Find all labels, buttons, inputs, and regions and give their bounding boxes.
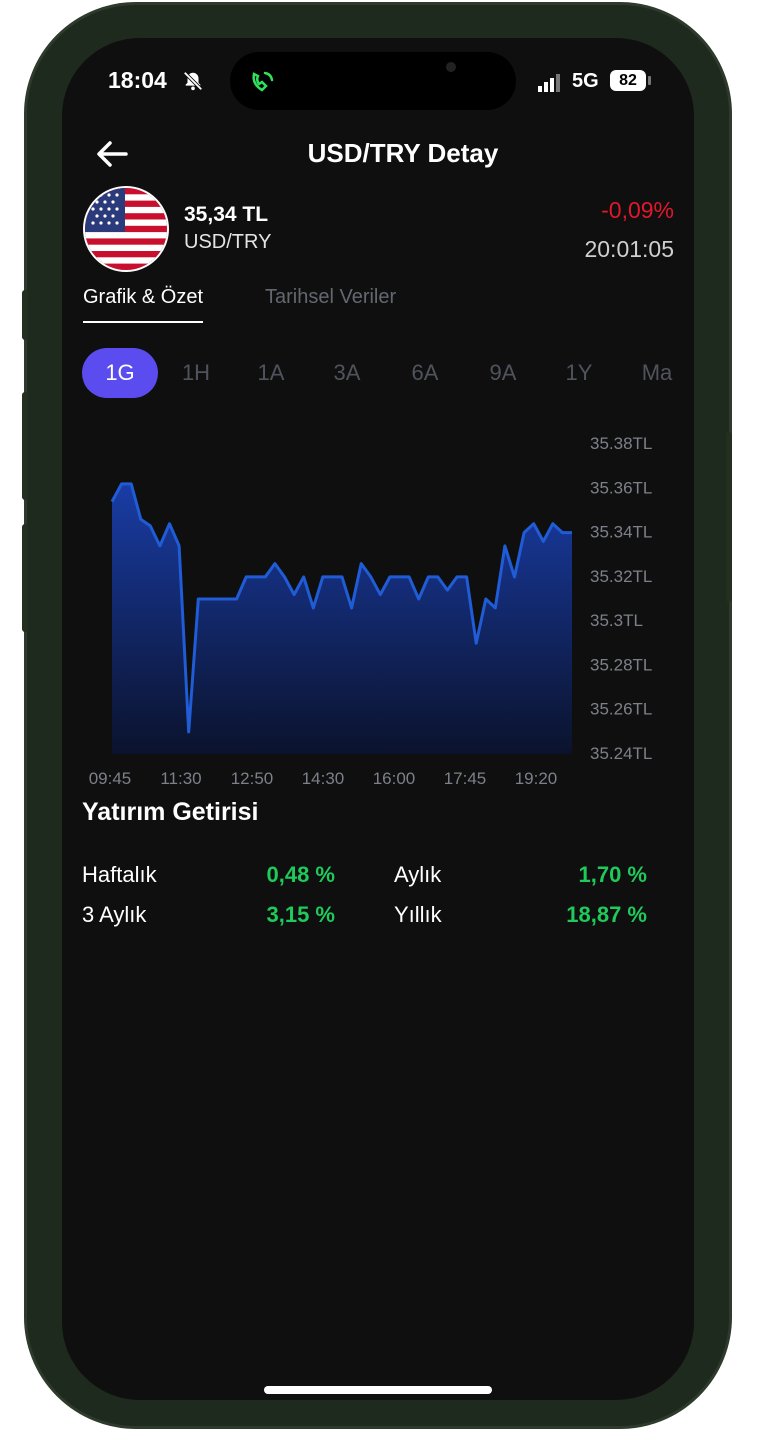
nav-bar: USD/TRY Detay: [62, 128, 694, 178]
volume-up-button: [22, 392, 28, 500]
page-title: USD/TRY Detay: [307, 138, 499, 168]
return-label-quarterly: 3 Aylık: [82, 902, 147, 927]
battery-nub: [648, 76, 651, 85]
range-max[interactable]: Ma: [628, 348, 686, 398]
y-tick-label: 35.32TL: [590, 567, 652, 586]
returns-title: Yatırım Getirisi: [82, 798, 259, 826]
x-tick-label: 17:45: [444, 769, 487, 788]
currency-header: 35,34 TL USD/TRY -0,09% 20:01:05: [62, 183, 694, 278]
y-tick-label: 35.28TL: [590, 655, 652, 674]
dynamic-island: [230, 52, 516, 110]
update-time: 20:01:05: [584, 236, 674, 262]
tab-bar: Grafik & Özet Tarihsel Veriler: [83, 286, 683, 328]
phone-call-icon[interactable]: [248, 66, 278, 96]
home-indicator: [264, 1386, 492, 1394]
camera-dot: [446, 62, 456, 72]
volume-down-button: [22, 524, 28, 632]
range-3a[interactable]: 3A: [318, 348, 376, 398]
network-type: 5G: [572, 70, 599, 92]
battery-icon: 82: [610, 70, 646, 91]
range-1y[interactable]: 1Y: [550, 348, 608, 398]
y-tick-label: 35.3TL: [590, 611, 643, 630]
current-price: 35,34 TL: [184, 203, 269, 226]
power-button: [726, 432, 732, 602]
range-1a[interactable]: 1A: [242, 348, 300, 398]
range-6a[interactable]: 6A: [396, 348, 454, 398]
x-tick-label: 14:30: [302, 769, 345, 788]
x-tick-label: 12:50: [231, 769, 274, 788]
tab-chart-summary[interactable]: Grafik & Özet: [83, 286, 204, 323]
tab-historical-data[interactable]: Tarihsel Veriler: [265, 286, 396, 321]
price-chart[interactable]: 35.38TL 35.36TL 35.34TL 35.32TL 35.3TL 35.28T…: [82, 424, 694, 794]
return-label-monthly: Aylık: [394, 862, 442, 887]
x-tick-label: 16:00: [373, 769, 416, 788]
return-value-quarterly: 3,15 %: [266, 902, 336, 927]
us-flag-icon: [83, 186, 169, 272]
y-tick-label: 35.34TL: [590, 523, 652, 542]
range-1g[interactable]: 1G: [82, 348, 158, 398]
y-tick-label: 35.38TL: [590, 434, 652, 453]
y-tick-label: 35.24TL: [590, 744, 652, 763]
price-change: -0,09%: [601, 197, 674, 223]
range-9a[interactable]: 9A: [474, 348, 532, 398]
status-time: 18:04: [108, 67, 167, 93]
return-value-monthly: 1,70 %: [578, 862, 648, 887]
x-tick-label: 11:30: [160, 769, 201, 788]
x-tick-label: 19:20: [515, 769, 558, 788]
mute-switch: [22, 290, 28, 340]
status-bar: 18:04 5G 82: [62, 38, 694, 118]
return-value-yearly: 18,87 %: [566, 902, 647, 927]
y-tick-label: 35.26TL: [590, 700, 652, 719]
chart-area-fill: [112, 483, 572, 754]
y-tick-label: 35.36TL: [590, 478, 652, 497]
x-tick-label: 09:45: [89, 769, 132, 788]
range-selector: 1G 1H 1A 3A 6A 9A 1Y Ma: [82, 348, 694, 400]
app-screen: 18:04 5G 82 USD/TRY Detay 35,34 TL USD/T…: [62, 38, 694, 1400]
currency-pair: USD/TRY: [184, 231, 272, 253]
range-1h[interactable]: 1H: [167, 348, 225, 398]
bell-slash-icon: [183, 71, 203, 91]
return-value-weekly: 0,48 %: [266, 862, 336, 887]
return-label-weekly: Haftalık: [82, 862, 157, 887]
signal-icon: [538, 74, 560, 92]
return-label-yearly: Yıllık: [394, 902, 442, 927]
